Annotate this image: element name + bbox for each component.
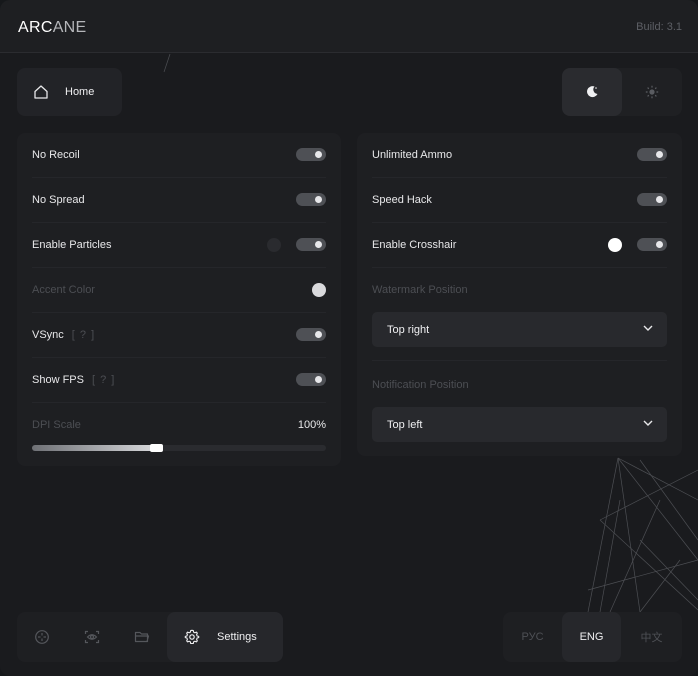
- crosshair-label: Enable Crosshair: [372, 239, 457, 251]
- right-panel-rows: Unlimited Ammo Speed Hack Enable Crossha…: [357, 133, 682, 456]
- no-recoil-label: No Recoil: [32, 149, 80, 161]
- home-icon: [34, 85, 48, 99]
- watermark-position-select[interactable]: Top right: [372, 312, 667, 347]
- notification-position-value: Top left: [387, 419, 423, 431]
- light-theme-button[interactable]: [622, 68, 682, 116]
- theme-switcher: [562, 68, 682, 116]
- particles-label: Enable Particles: [32, 239, 112, 251]
- language-switcher: РУС ENG 中文: [503, 612, 682, 662]
- particles-color-swatch[interactable]: [267, 238, 281, 252]
- eye-icon: [84, 630, 100, 644]
- crosshair-icon: [35, 630, 49, 644]
- no-spread-toggle[interactable]: [296, 193, 326, 206]
- aimbot-tab[interactable]: [17, 612, 67, 662]
- particles-toggle[interactable]: [296, 238, 326, 251]
- speed-hack-row: Speed Hack: [372, 178, 667, 223]
- divider: [372, 360, 667, 361]
- show-fps-row: Show FPS [ ? ]: [32, 358, 326, 403]
- unlimited-ammo-row: Unlimited Ammo: [372, 133, 667, 178]
- crosshair-toggle[interactable]: [637, 238, 667, 251]
- language-zh[interactable]: 中文: [622, 612, 681, 662]
- watermark-position-value: Top right: [387, 324, 430, 336]
- sun-icon: [645, 85, 659, 99]
- vsync-label: VSync: [32, 329, 64, 341]
- home-button[interactable]: Home: [17, 68, 122, 116]
- settings-tab[interactable]: Settings: [167, 612, 283, 662]
- show-fps-label: Show FPS: [32, 374, 84, 386]
- watermark-label: Watermark Position: [372, 284, 468, 296]
- folder-icon: [134, 631, 150, 643]
- no-spread-row: No Spread: [32, 178, 326, 223]
- notification-position-select[interactable]: Top left: [372, 407, 667, 442]
- notification-row: Notification Position: [372, 363, 667, 407]
- toggle-knob: [315, 196, 322, 203]
- accent-color-row: Accent Color: [32, 268, 326, 313]
- particles-row: Enable Particles: [32, 223, 326, 268]
- dark-theme-button[interactable]: [562, 68, 622, 116]
- unlimited-ammo-toggle[interactable]: [637, 148, 667, 161]
- chevron-down-icon: [643, 420, 653, 426]
- accent-color-swatch[interactable]: [312, 283, 326, 297]
- notification-label: Notification Position: [372, 379, 469, 391]
- show-fps-help[interactable]: [ ? ]: [92, 374, 115, 386]
- vsync-toggle[interactable]: [296, 328, 326, 341]
- no-recoil-toggle[interactable]: [296, 148, 326, 161]
- crosshair-row: Enable Crosshair: [372, 223, 667, 268]
- toggle-knob: [315, 151, 322, 158]
- no-spread-label: No Spread: [32, 194, 85, 206]
- speed-hack-label: Speed Hack: [372, 194, 432, 206]
- title-bar: ARCANE Build: 3.1: [0, 0, 698, 53]
- language-en[interactable]: ENG: [562, 612, 621, 662]
- accent-color-label: Accent Color: [32, 284, 95, 296]
- slider-handle[interactable]: [150, 444, 163, 452]
- visuals-tab[interactable]: [67, 612, 117, 662]
- dpi-scale-row: DPI Scale 100%: [32, 403, 326, 447]
- show-fps-toggle[interactable]: [296, 373, 326, 386]
- configs-tab[interactable]: [117, 612, 167, 662]
- app-window: ARCANE Build: 3.1 Home No Recoil No Spre…: [0, 0, 698, 676]
- dpi-scale-slider[interactable]: [32, 444, 326, 452]
- bottom-navigation: Settings: [17, 612, 283, 662]
- vsync-help[interactable]: [ ? ]: [72, 329, 95, 341]
- toggle-knob: [656, 151, 663, 158]
- crosshair-color-swatch[interactable]: [608, 238, 622, 252]
- slider-fill: [32, 445, 156, 451]
- language-ru[interactable]: РУС: [503, 612, 562, 662]
- dpi-scale-label: DPI Scale: [32, 419, 81, 431]
- settings-label: Settings: [217, 631, 257, 643]
- toggle-knob: [315, 331, 322, 338]
- chevron-down-icon: [643, 325, 653, 331]
- moon-icon: [587, 86, 598, 98]
- toggle-knob: [656, 241, 663, 248]
- toggle-knob: [656, 196, 663, 203]
- build-version: Build: 3.1: [636, 21, 682, 33]
- no-recoil-row: No Recoil: [32, 133, 326, 178]
- toggle-knob: [315, 241, 322, 248]
- dpi-scale-value: 100%: [297, 419, 326, 431]
- left-panel-rows: No Recoil No Spread Enable Particles Acc…: [17, 133, 341, 466]
- toggle-knob: [315, 376, 322, 383]
- watermark-row: Watermark Position: [372, 268, 667, 312]
- home-label: Home: [65, 86, 95, 98]
- unlimited-ammo-label: Unlimited Ammo: [372, 149, 453, 161]
- speed-hack-toggle[interactable]: [637, 193, 667, 206]
- vsync-row: VSync [ ? ]: [32, 313, 326, 358]
- app-logo: ARCANE: [18, 19, 87, 36]
- gear-icon: [184, 629, 200, 645]
